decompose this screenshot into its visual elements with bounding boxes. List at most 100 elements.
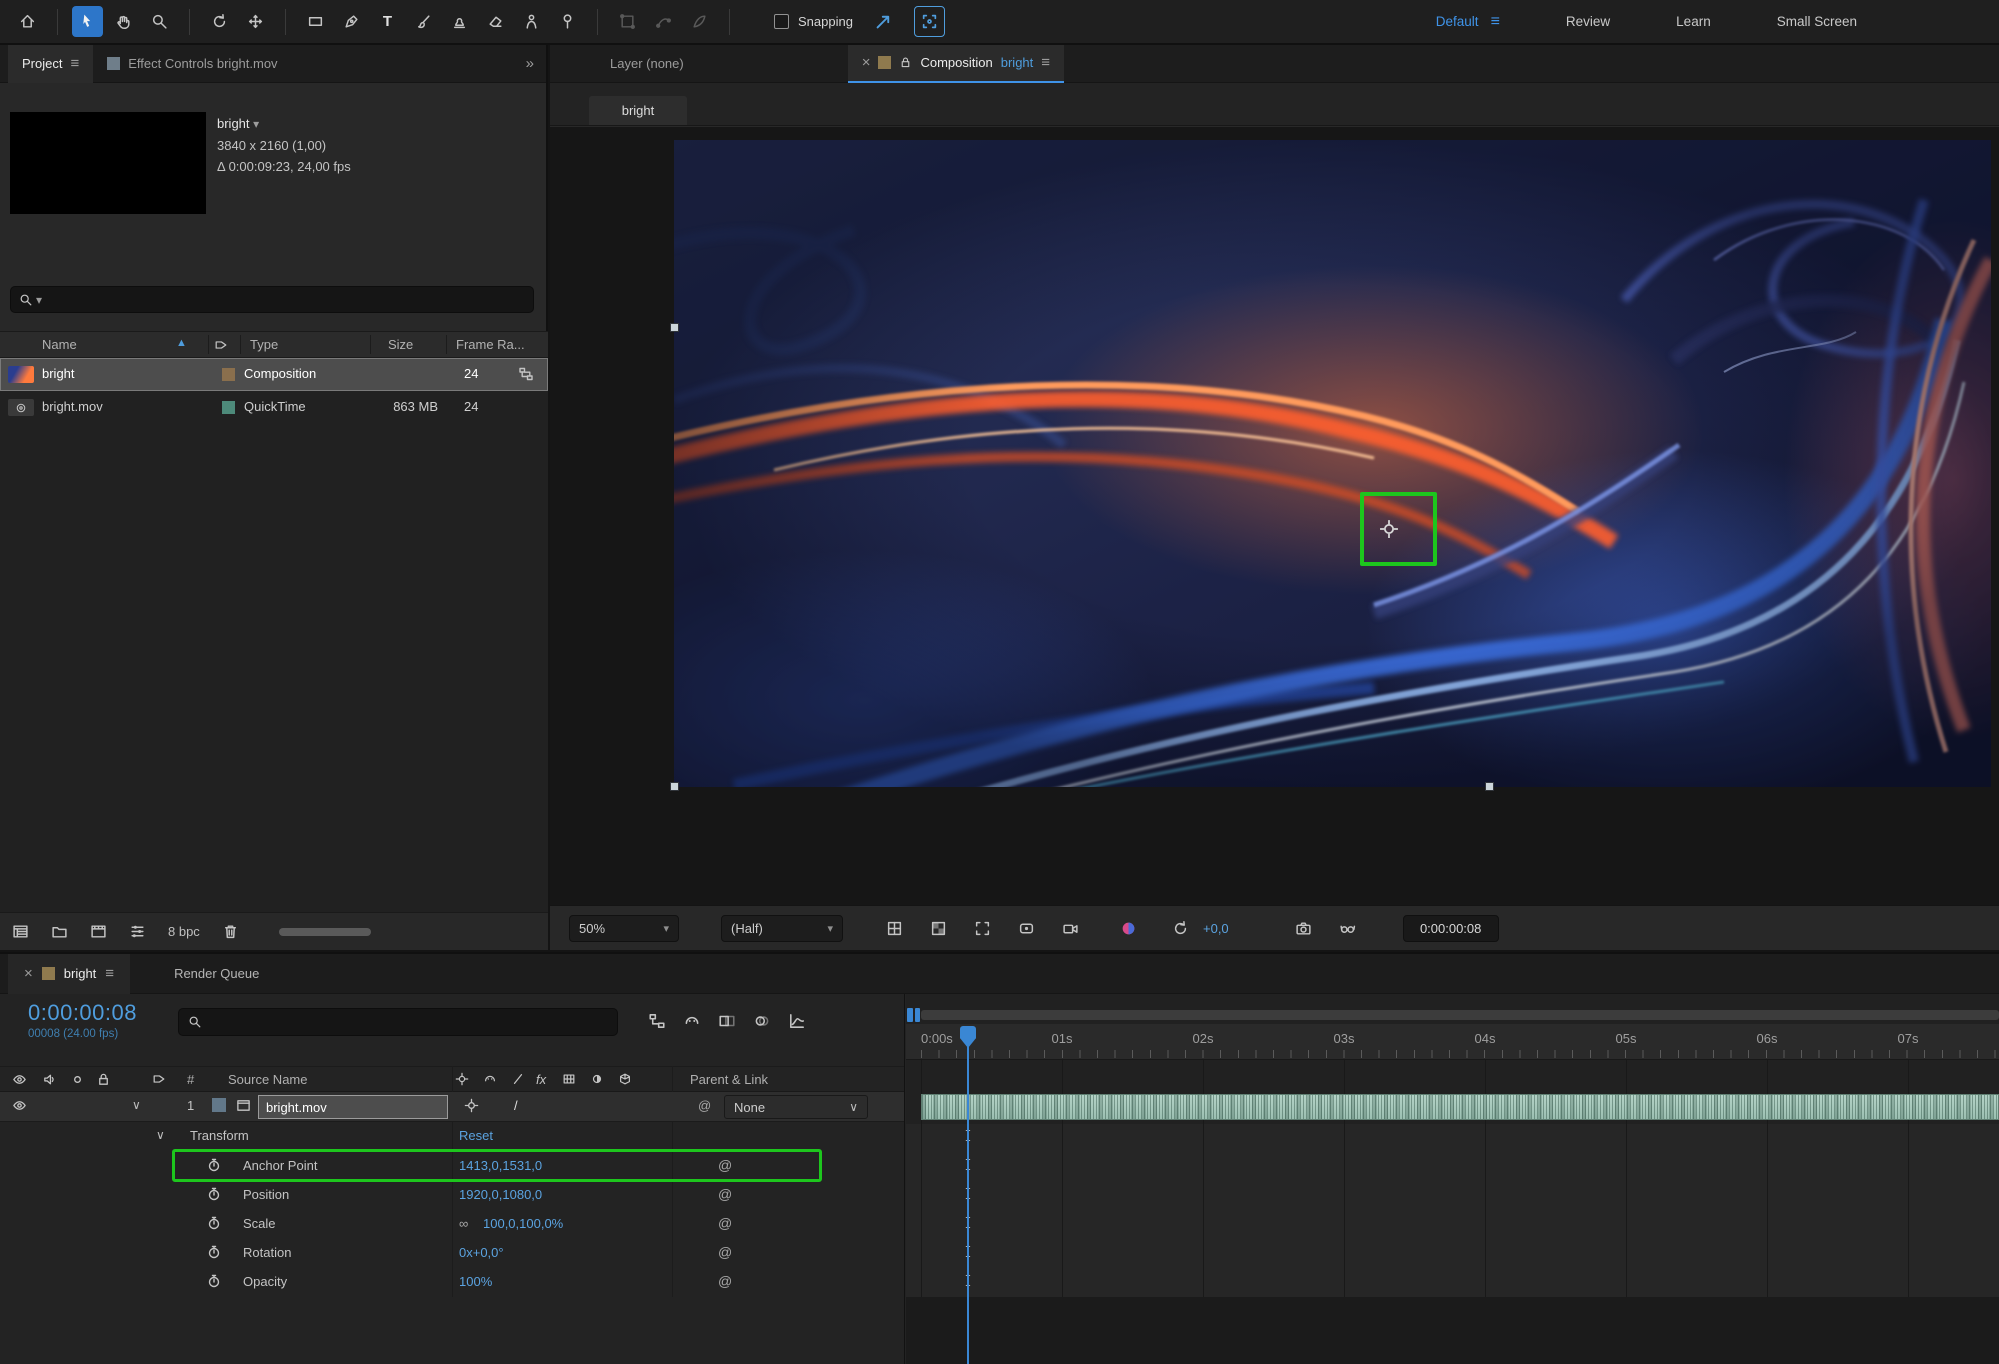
layer-anchor-switch-icon[interactable]: [464, 1098, 479, 1113]
property-value[interactable]: 100%: [459, 1274, 492, 1289]
shy-icon[interactable]: [683, 1012, 701, 1030]
work-area-bar[interactable]: [921, 1010, 1999, 1020]
column-parent-link[interactable]: Parent & Link: [690, 1072, 768, 1087]
snapshot-icon[interactable]: [1289, 914, 1319, 942]
anchor-point-icon[interactable]: [1378, 518, 1400, 540]
workspace-menu-icon[interactable]: ≡: [1491, 13, 1500, 31]
selection-tool[interactable]: [72, 6, 103, 37]
group-name[interactable]: Transform: [190, 1128, 249, 1143]
mask-visibility-icon[interactable]: [1011, 914, 1041, 942]
mini-flowchart-icon[interactable]: [648, 1012, 666, 1030]
property-row-anchor-point[interactable]: Anchor Point 1413,0,1531,0 @: [0, 1152, 904, 1181]
camera-wireframe-icon[interactable]: [1055, 914, 1085, 942]
label-column-icon[interactable]: [214, 338, 228, 352]
project-row-footage[interactable]: bright.mov QuickTime 863 MB 24: [0, 391, 548, 424]
layer-row[interactable]: ∨ 1 bright.mov / @ None ∨: [0, 1092, 904, 1122]
reset-exposure-icon[interactable]: [1165, 914, 1195, 942]
transform-group-row[interactable]: ∨ Transform Reset: [0, 1122, 904, 1152]
panel-menu-icon[interactable]: ≡: [105, 965, 114, 982]
motion-blur-icon[interactable]: [753, 1012, 771, 1030]
group-expand-caret[interactable]: ∨: [156, 1128, 165, 1142]
rotate-tool[interactable]: [204, 6, 235, 37]
tab-composition-viewer[interactable]: × Composition bright ≡: [847, 44, 1065, 83]
graph-editor-icon[interactable]: [788, 1012, 806, 1030]
clone-stamp-tool[interactable]: [444, 6, 475, 37]
layer-label-color[interactable]: [212, 1098, 226, 1112]
layer-handle-bottom-left[interactable]: [670, 782, 679, 791]
video-column-icon[interactable]: [12, 1072, 27, 1087]
project-settings-icon[interactable]: [129, 923, 146, 940]
timeline-search-input[interactable]: [178, 1008, 618, 1036]
close-icon[interactable]: ×: [24, 965, 33, 982]
switch-frame-blend-icon[interactable]: [562, 1072, 576, 1086]
new-composition-icon[interactable]: [90, 923, 107, 940]
workspace-review[interactable]: Review: [1566, 14, 1610, 29]
pickwhip-icon[interactable]: @: [718, 1186, 732, 1202]
parent-pickwhip-icon[interactable]: @: [698, 1098, 711, 1113]
channel-icon[interactable]: [1113, 914, 1143, 942]
current-time-display[interactable]: 0:00:00:08: [28, 1000, 137, 1026]
property-row-opacity[interactable]: Opacity 100% @: [0, 1268, 904, 1297]
preview-time-display[interactable]: 0:00:00:08: [1402, 914, 1499, 942]
in-out-markers[interactable]: [907, 1008, 920, 1022]
project-search-input[interactable]: ▾: [10, 286, 534, 313]
layer-expand-caret[interactable]: ∨: [132, 1098, 141, 1112]
zoom-tool[interactable]: [144, 6, 175, 37]
snap-options-button[interactable]: [868, 6, 899, 37]
grid-guides-icon[interactable]: [879, 914, 909, 942]
workspace-default[interactable]: Default: [1436, 14, 1479, 29]
stopwatch-icon[interactable]: [206, 1244, 222, 1260]
layer-handle-left[interactable]: [670, 323, 679, 332]
bit-depth-button[interactable]: 8 bpc: [168, 924, 200, 939]
snapping-checkbox[interactable]: [774, 14, 789, 29]
lock-column-icon[interactable]: [96, 1072, 111, 1087]
interpret-footage-icon[interactable]: [12, 923, 29, 940]
transform-reset-button[interactable]: Reset: [459, 1128, 493, 1143]
layer-visibility-icon[interactable]: [12, 1098, 27, 1113]
playhead-line[interactable]: [967, 1046, 969, 1364]
property-value[interactable]: 0x+0,0°: [459, 1245, 504, 1260]
frame-blend-icon[interactable]: [718, 1012, 736, 1030]
property-name[interactable]: Scale: [243, 1216, 276, 1231]
column-name[interactable]: Name: [42, 337, 77, 352]
switch-3d-icon[interactable]: [618, 1072, 632, 1086]
layer-source-name[interactable]: bright.mov: [258, 1095, 448, 1119]
viewer-tab-bright[interactable]: bright: [589, 96, 687, 125]
hand-tool[interactable]: [108, 6, 139, 37]
tab-timeline-bright[interactable]: × bright ≡: [8, 953, 131, 994]
stopwatch-icon[interactable]: [206, 1273, 222, 1289]
trash-icon[interactable]: [222, 923, 239, 940]
snap-bounds-button[interactable]: [913, 6, 945, 37]
workspace-learn[interactable]: Learn: [1676, 14, 1711, 29]
stopwatch-icon[interactable]: [206, 1157, 222, 1173]
link-dimensions-icon[interactable]: ∞: [459, 1216, 468, 1231]
time-ruler[interactable]: 0:00s 01s 02s 03s 04s 05s 06s 07s: [906, 1024, 1999, 1060]
column-index[interactable]: #: [187, 1072, 194, 1087]
panel-menu-icon[interactable]: ≡: [1041, 54, 1050, 71]
label-column-icon[interactable]: [152, 1072, 166, 1086]
layer-duration-bar[interactable]: [921, 1094, 1999, 1120]
tab-overflow-icon[interactable]: »: [526, 55, 546, 72]
roto-brush-tool[interactable]: [516, 6, 547, 37]
property-row-position[interactable]: Position 1920,0,1080,0 @: [0, 1181, 904, 1210]
pickwhip-icon[interactable]: @: [718, 1244, 732, 1260]
property-value[interactable]: 1413,0,1531,0: [459, 1158, 542, 1173]
layer-quality-switch[interactable]: /: [514, 1098, 518, 1113]
puppet-pin-tool[interactable]: [552, 6, 583, 37]
resolution-dropdown[interactable]: (Half) ▾: [721, 914, 843, 942]
tab-project[interactable]: Project ≡: [8, 44, 94, 83]
tab-effect-controls[interactable]: Effect Controls bright.mov: [93, 45, 291, 83]
audio-column-icon[interactable]: [42, 1072, 57, 1087]
column-type[interactable]: Type: [250, 337, 278, 352]
column-size[interactable]: Size: [388, 337, 413, 352]
brush-tool[interactable]: [408, 6, 439, 37]
label-color-swatch[interactable]: [222, 368, 235, 381]
property-name[interactable]: Opacity: [243, 1274, 287, 1289]
camera-tool[interactable]: [240, 6, 271, 37]
sort-ascending-icon[interactable]: ▲: [176, 337, 187, 349]
switch-anchor-icon[interactable]: [455, 1072, 469, 1086]
pickwhip-icon[interactable]: @: [718, 1215, 732, 1231]
pen-tool[interactable]: [336, 6, 367, 37]
column-source-name[interactable]: Source Name: [228, 1072, 307, 1087]
stopwatch-icon[interactable]: [206, 1215, 222, 1231]
